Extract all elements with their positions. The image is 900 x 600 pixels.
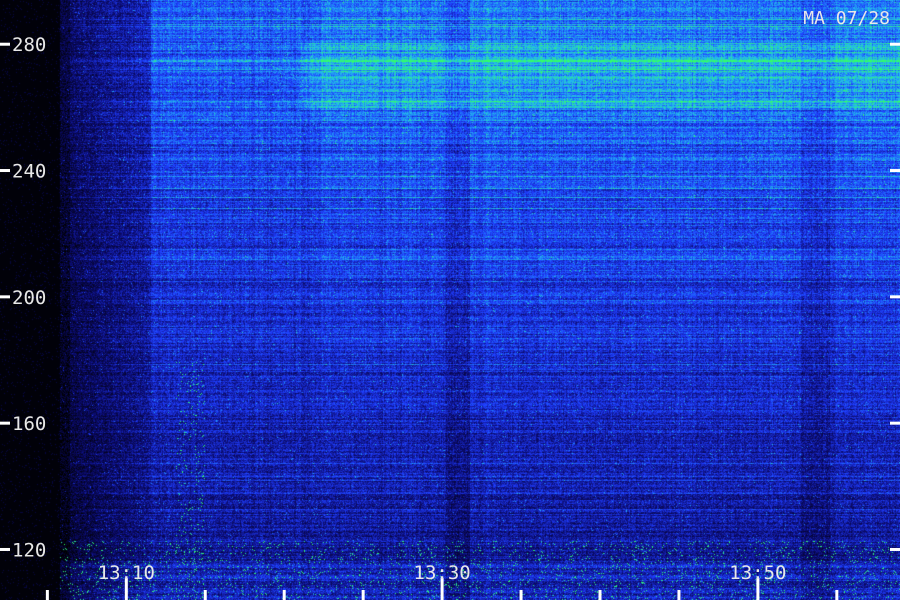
y-tick-label: 240 xyxy=(12,161,46,183)
axis-overlay: MA 07/28 120 160 200 240 280 13:10 13:30 13:50 xyxy=(0,8,900,600)
y-axis: 120 160 200 240 280 xyxy=(0,34,900,561)
x-tick-label: 13:50 xyxy=(729,562,786,584)
y-tick-label: 200 xyxy=(12,287,46,309)
x-tick-label: 13:10 xyxy=(98,562,155,584)
y-tick-label: 280 xyxy=(12,34,46,56)
x-tick-label: 13:30 xyxy=(414,562,471,584)
y-tick-label: 120 xyxy=(12,539,46,561)
x-axis: 13:10 13:30 13:50 xyxy=(45,562,839,600)
y-tick-label: 160 xyxy=(12,413,46,435)
station-date-stamp: MA 07/28 xyxy=(803,8,890,29)
